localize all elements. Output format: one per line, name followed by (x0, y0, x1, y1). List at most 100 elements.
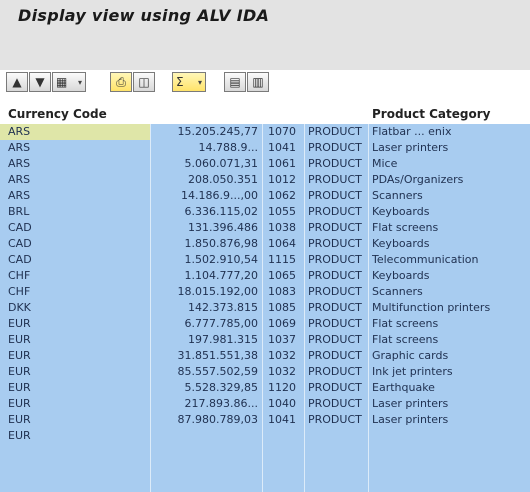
cell-product[interactable]: PRODUCT (308, 317, 368, 331)
cell-number[interactable]: 1061 (268, 157, 308, 171)
cell-currency[interactable]: CAD (8, 237, 150, 251)
cell-amount[interactable]: 5.528.329,85 (150, 381, 258, 395)
cell-number[interactable]: 1041 (268, 141, 308, 155)
cell-category[interactable]: Flatbar ... enix (372, 125, 522, 139)
cell-currency[interactable]: ARS (8, 189, 150, 203)
table-row[interactable]: ARS 5.060.071,31 1061 PRODUCT Mice (0, 156, 530, 172)
cell-number[interactable]: 1040 (268, 397, 308, 411)
cell-product[interactable]: PRODUCT (308, 221, 368, 235)
cell-amount[interactable]: 208.050.351 (150, 173, 258, 187)
cell-product[interactable]: PRODUCT (308, 253, 368, 267)
table-row[interactable]: ARS 14.788.9... 1041 PRODUCT Laser printers (0, 140, 530, 156)
cell-product[interactable]: PRODUCT (308, 205, 368, 219)
cell-category[interactable]: Keyboards (372, 205, 522, 219)
table-row[interactable]: EUR 217.893.86... 1040 PRODUCT Laser printer… (0, 396, 530, 412)
cell-number[interactable]: 1120 (268, 381, 308, 395)
cell-currency[interactable]: EUR (8, 365, 150, 379)
table-row[interactable]: CHF 1.104.777,20 1065 PRODUCT Keyboards (0, 268, 530, 284)
cell-category[interactable]: Flat screens (372, 317, 522, 331)
cell-category[interactable]: Ink jet printers (372, 365, 522, 379)
cell-product[interactable]: PRODUCT (308, 269, 368, 283)
column-header-category[interactable]: Product Category (372, 107, 490, 121)
cell-category[interactable]: Laser printers (372, 413, 522, 427)
cell-product[interactable]: PRODUCT (308, 349, 368, 363)
cell-currency[interactable]: ARS (8, 173, 150, 187)
cell-category[interactable]: Earthquake (372, 381, 522, 395)
cell-amount[interactable]: 85.557.502,59 (150, 365, 258, 379)
cell-currency[interactable]: ARS (8, 141, 150, 155)
cell-number[interactable]: 1085 (268, 301, 308, 315)
cell-amount[interactable]: 6.336.115,02 (150, 205, 258, 219)
table-row[interactable]: EUR 197.981.315 1037 PRODUCT Flat screens (0, 332, 530, 348)
cell-currency[interactable]: EUR (8, 349, 150, 363)
cell-currency[interactable]: BRL (8, 205, 150, 219)
table-row[interactable]: CHF 18.015.192,00 1083 PRODUCT Scanners (0, 284, 530, 300)
cell-currency[interactable]: CAD (8, 253, 150, 267)
cell-amount[interactable]: 15.205.245,77 (150, 125, 258, 139)
details-icon[interactable]: ▥ (247, 72, 269, 92)
cell-category[interactable]: Mice (372, 157, 522, 171)
cell-category[interactable] (372, 429, 522, 443)
cell-currency[interactable]: ARS (8, 125, 150, 139)
cell-number[interactable]: 1038 (268, 221, 308, 235)
sort-descending-icon[interactable]: ▼ (29, 72, 51, 92)
cell-currency[interactable]: EUR (8, 413, 150, 427)
cell-category[interactable]: Graphic cards (372, 349, 522, 363)
cell-amount[interactable]: 31.851.551,38 (150, 349, 258, 363)
cell-amount[interactable]: 18.015.192,00 (150, 285, 258, 299)
cell-product[interactable]: PRODUCT (308, 237, 368, 251)
sort-ascending-icon[interactable]: ▲ (6, 72, 28, 92)
cell-category[interactable]: Laser printers (372, 141, 522, 155)
cell-category[interactable]: Keyboards (372, 237, 522, 251)
table-row[interactable]: EUR 31.851.551,38 1032 PRODUCT Graphic cards (0, 348, 530, 364)
cell-product[interactable]: PRODUCT (308, 285, 368, 299)
cell-amount[interactable] (150, 429, 258, 443)
cell-number[interactable]: 1055 (268, 205, 308, 219)
cell-number[interactable]: 1041 (268, 413, 308, 427)
table-row[interactable]: EUR 85.557.502,59 1032 PRODUCT Ink jet print… (0, 364, 530, 380)
cell-category[interactable]: Scanners (372, 285, 522, 299)
cell-product[interactable]: PRODUCT (308, 189, 368, 203)
cell-product[interactable]: PRODUCT (308, 365, 368, 379)
cell-number[interactable]: 1032 (268, 365, 308, 379)
table-row[interactable]: CAD 1.850.876,98 1064 PRODUCT Keyboards (0, 236, 530, 252)
cell-number[interactable] (268, 429, 308, 443)
cell-category[interactable]: Flat screens (372, 333, 522, 347)
table-row[interactable]: DKK 142.373.815 1085 PRODUCT Multifunction p… (0, 300, 530, 316)
cell-currency[interactable]: DKK (8, 301, 150, 315)
table-row[interactable]: EUR 6.777.785,00 1069 PRODUCT Flat screens (0, 316, 530, 332)
cell-amount[interactable]: 1.850.876,98 (150, 237, 258, 251)
layout-icon[interactable]: ▤ (224, 72, 246, 92)
export-icon[interactable]: ◫ (133, 72, 155, 92)
cell-number[interactable]: 1012 (268, 173, 308, 187)
cell-number[interactable]: 1062 (268, 189, 308, 203)
cell-number[interactable]: 1070 (268, 125, 308, 139)
cell-category[interactable]: Keyboards (372, 269, 522, 283)
cell-currency[interactable]: EUR (8, 397, 150, 411)
cell-category[interactable]: Laser printers (372, 397, 522, 411)
table-row[interactable]: ARS 14.186.9...,00 1062 PRODUCT Scanners (0, 188, 530, 204)
cell-amount[interactable]: 6.777.785,00 (150, 317, 258, 331)
cell-amount[interactable]: 217.893.86... (150, 397, 258, 411)
cell-product[interactable]: PRODUCT (308, 157, 368, 171)
cell-number[interactable]: 1064 (268, 237, 308, 251)
cell-amount[interactable]: 1.104.777,20 (150, 269, 258, 283)
cell-amount[interactable]: 142.373.815 (150, 301, 258, 315)
cell-category[interactable]: Scanners (372, 189, 522, 203)
cell-amount[interactable]: 197.981.315 (150, 333, 258, 347)
table-row[interactable]: EUR 5.528.329,85 1120 PRODUCT Earthquake (0, 380, 530, 396)
cell-number[interactable]: 1115 (268, 253, 308, 267)
cell-product[interactable] (308, 429, 368, 443)
cell-product[interactable]: PRODUCT (308, 397, 368, 411)
cell-product[interactable]: PRODUCT (308, 333, 368, 347)
table-row[interactable]: CAD 1.502.910,54 1115 PRODUCT Telecommunicat… (0, 252, 530, 268)
cell-category[interactable]: Flat screens (372, 221, 522, 235)
filter-icon[interactable]: ▦ ▾ (52, 72, 86, 92)
cell-product[interactable]: PRODUCT (308, 301, 368, 315)
cell-amount[interactable]: 87.980.789,03 (150, 413, 258, 427)
cell-number[interactable]: 1037 (268, 333, 308, 347)
cell-amount[interactable]: 5.060.071,31 (150, 157, 258, 171)
cell-number[interactable]: 1083 (268, 285, 308, 299)
column-header-currency[interactable]: Currency Code (8, 107, 107, 121)
sum-icon[interactable]: Σ ▾ (172, 72, 206, 92)
